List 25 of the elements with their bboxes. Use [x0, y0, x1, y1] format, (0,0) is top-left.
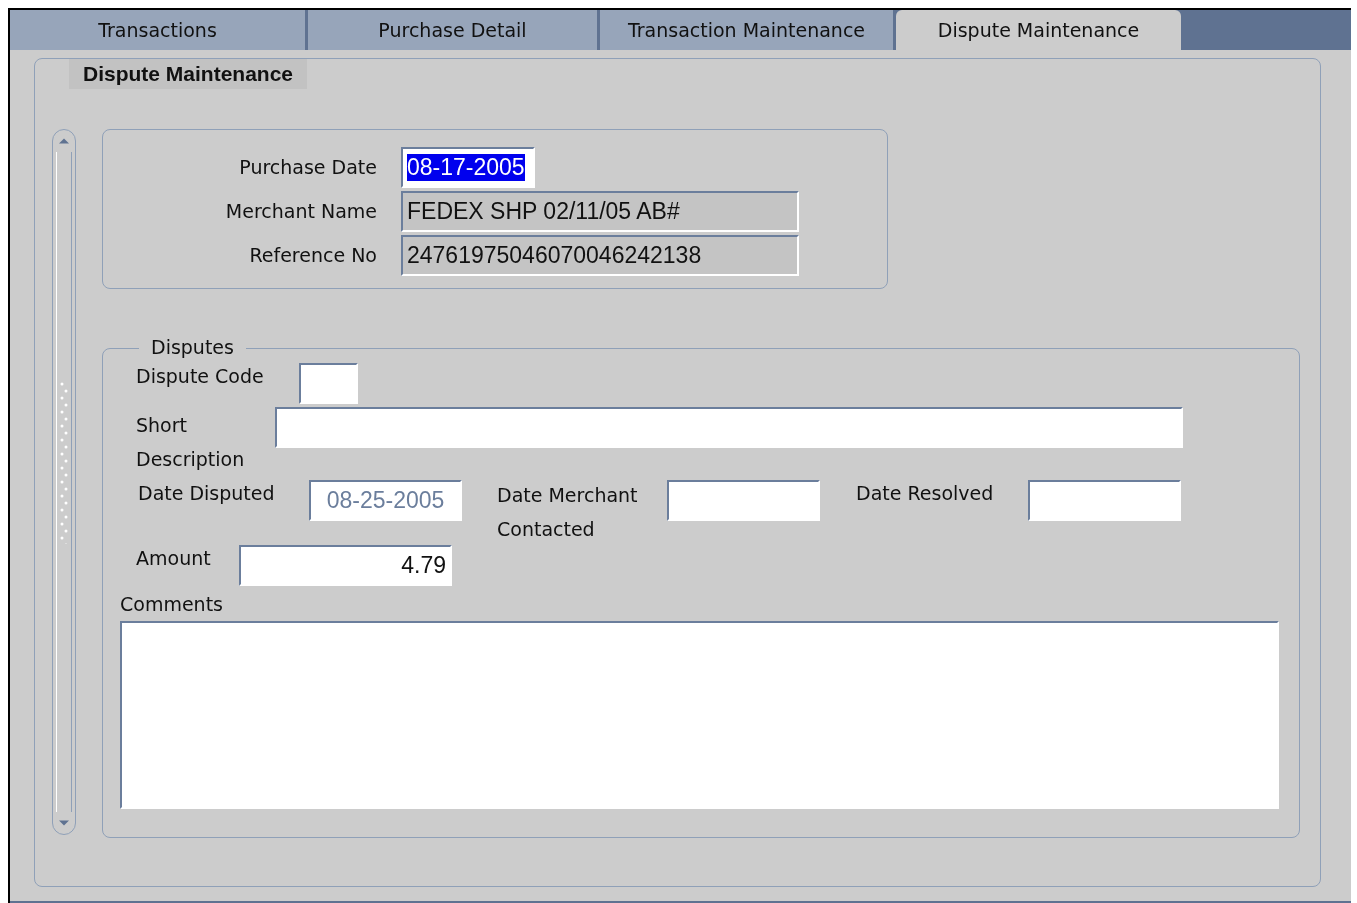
field-label: Date Resolved [856, 481, 995, 504]
field-label: Dispute Code [136, 364, 265, 387]
comments-field[interactable] [120, 621, 1279, 809]
field-label: Reference No [248, 244, 378, 266]
field-label: Amount [136, 546, 212, 569]
input-field[interactable]: 4.79 [239, 545, 452, 586]
input-field[interactable] [667, 480, 820, 521]
tab[interactable]: Transactions [10, 10, 305, 50]
input-field[interactable] [275, 407, 1183, 448]
field-label: Merchant Name [224, 200, 378, 222]
field-label: Short Description [136, 413, 246, 472]
input-field[interactable]: 24761975046070046242138 [401, 234, 799, 276]
tab[interactable]: Purchase Detail [308, 10, 597, 50]
field-label: Purchase Date [238, 156, 378, 178]
field-label: Date Merchant Contacted [497, 483, 639, 542]
input-field[interactable] [1028, 480, 1181, 521]
tab[interactable]: Transaction Maintenance [600, 10, 893, 50]
input-field[interactable] [299, 363, 358, 404]
input-field[interactable]: FEDEX SHP 02/11/05 AB# [401, 190, 799, 232]
tab[interactable]: Dispute Maintenance [896, 10, 1181, 50]
field-label: Comments [120, 593, 224, 617]
group-legend: Disputes [139, 336, 246, 358]
input-field[interactable]: 08-17-2005 [401, 146, 535, 188]
section-title: Dispute Maintenance [69, 59, 308, 89]
field-label: Date Disputed [138, 481, 276, 504]
